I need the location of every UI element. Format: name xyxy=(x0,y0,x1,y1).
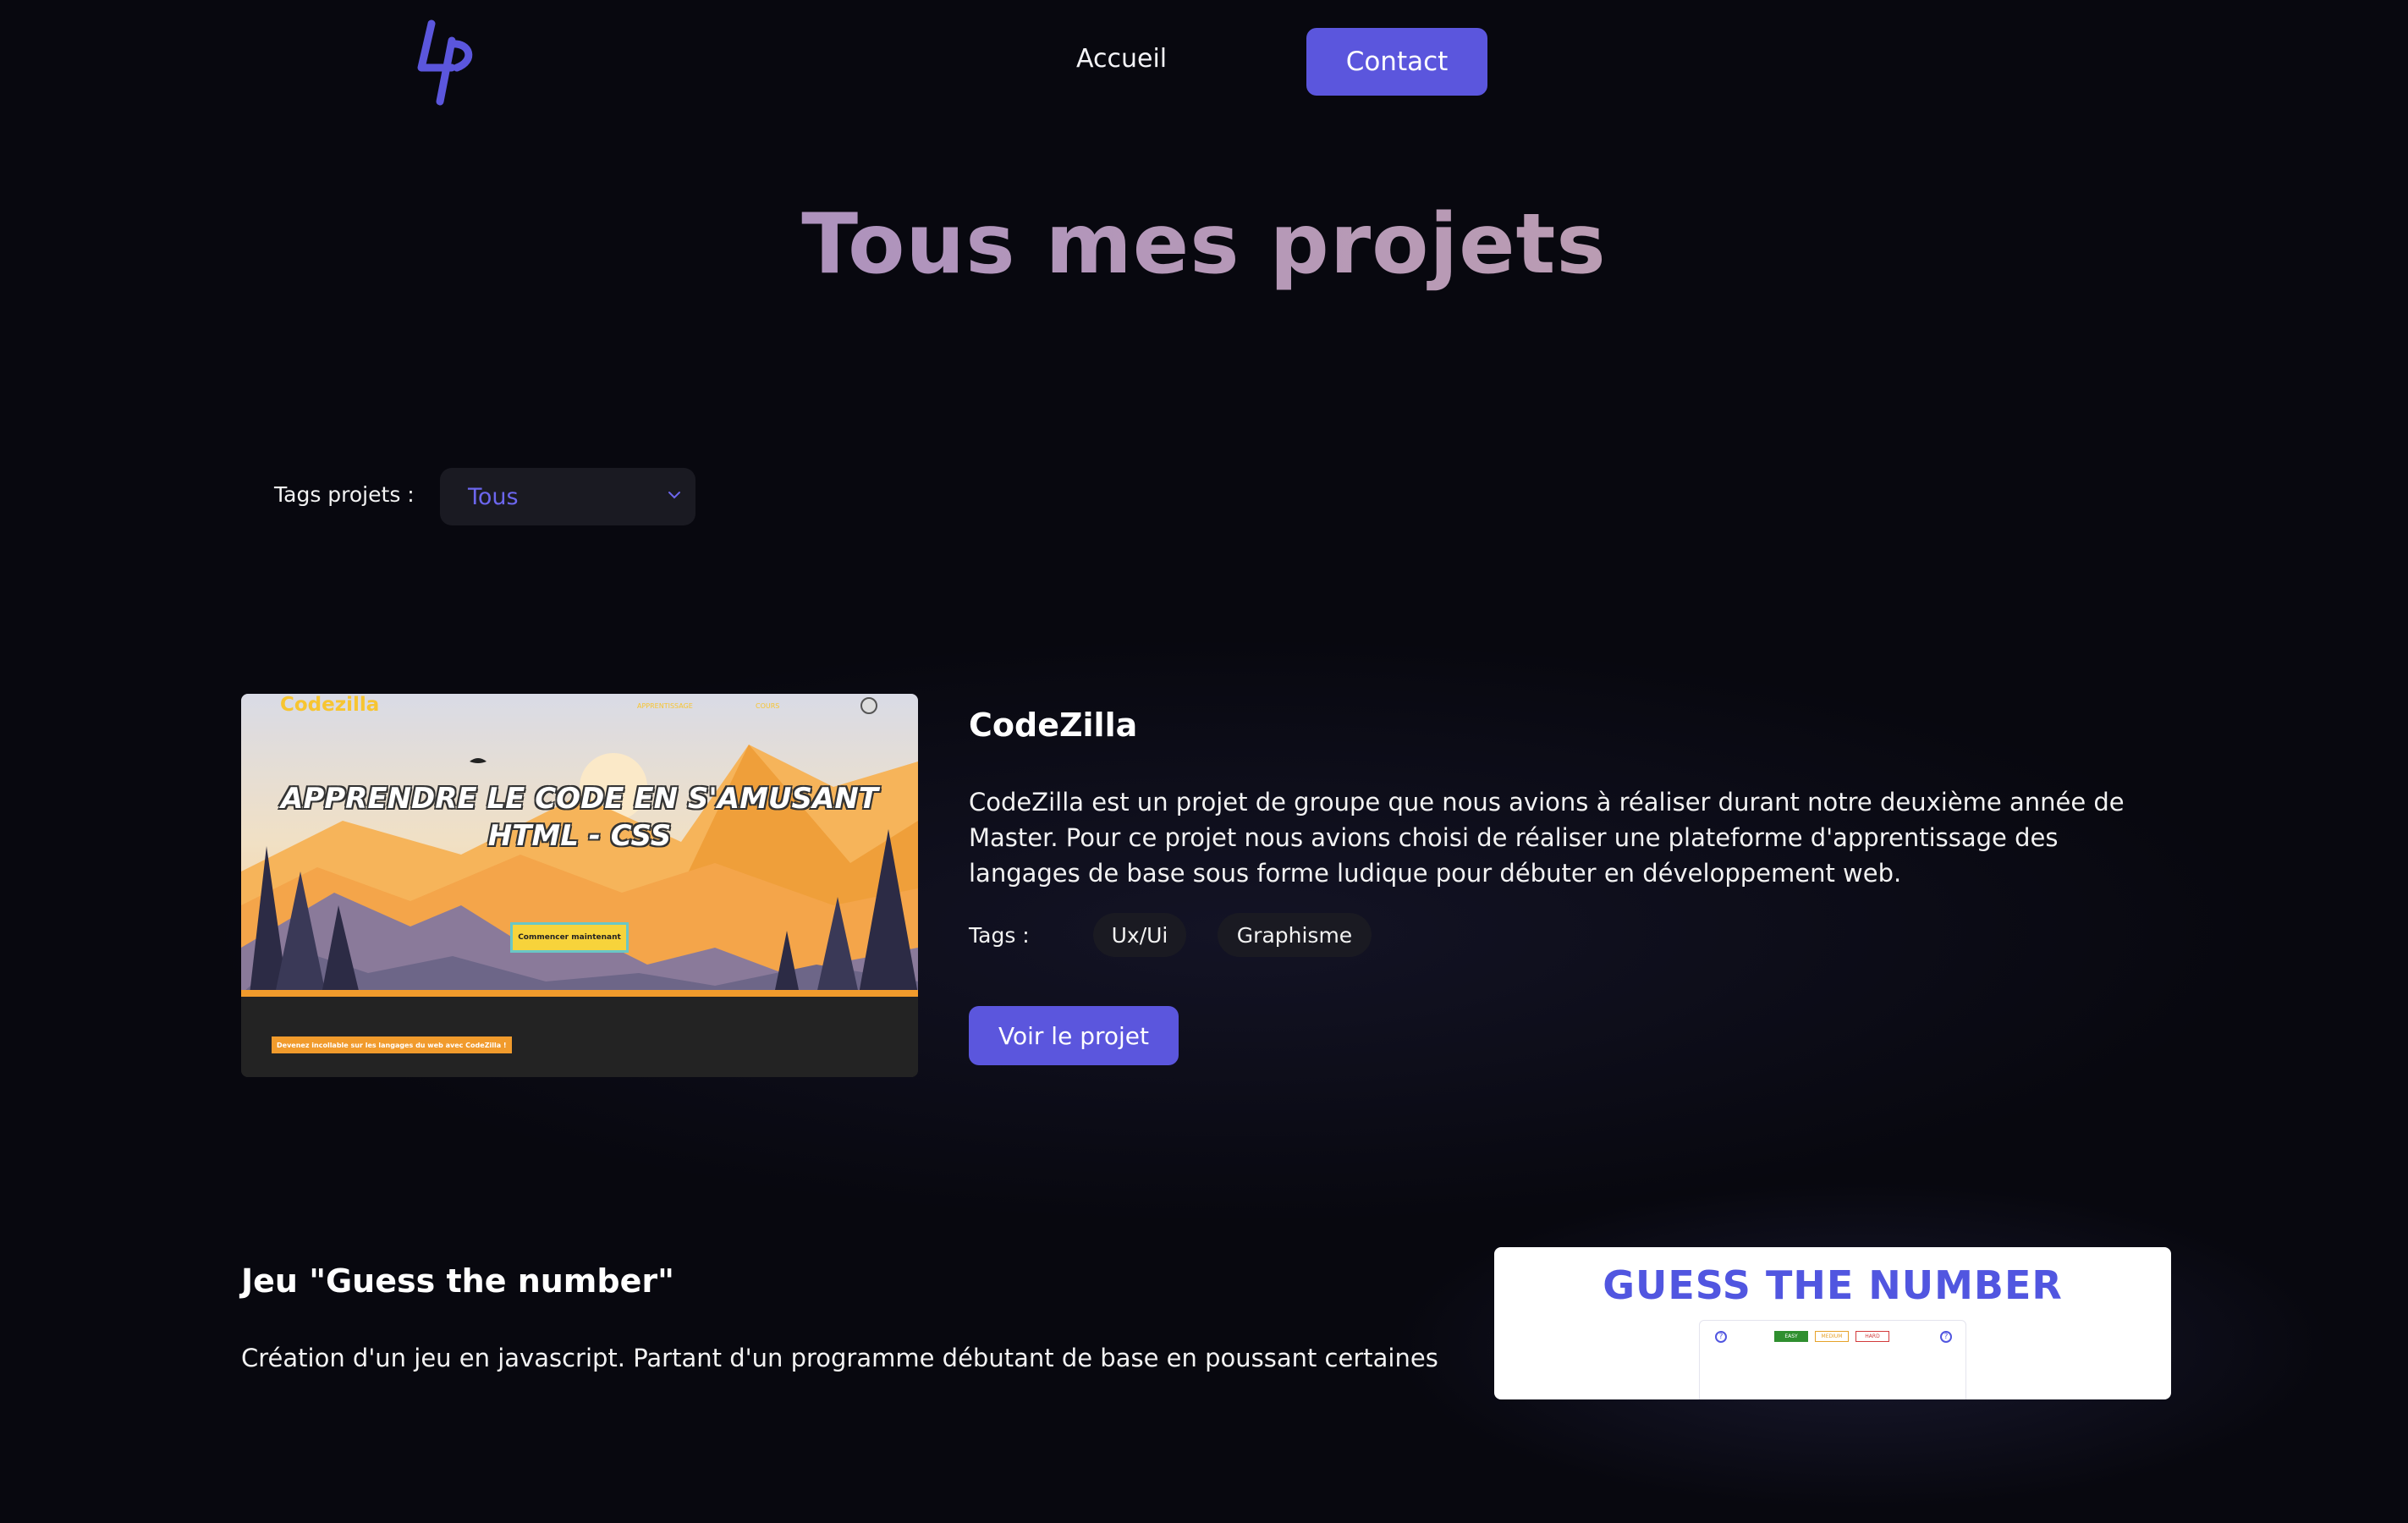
guess-number-thumbnail[interactable]: GUESS THE NUMBER ? EASY MEDIUM HARD ? xyxy=(1494,1247,2171,1399)
project-title: Jeu "Guess the number" xyxy=(241,1262,674,1300)
nav-home-link[interactable]: Accueil xyxy=(1076,44,1167,74)
project-description: Création d'un jeu en javascript. Partant… xyxy=(241,1344,1438,1372)
lp-monogram-icon xyxy=(417,19,473,106)
codezilla-nav-item: APPRENTISSAGE xyxy=(637,702,693,710)
codezilla-logo: Codezilla xyxy=(280,694,380,716)
guess-number-title: GUESS THE NUMBER xyxy=(1603,1262,2063,1308)
codezilla-headline-line: APPRENDRE LE CODE EN S'AMUSANT xyxy=(281,782,878,816)
filter-label: Tags projets : xyxy=(274,482,415,507)
chevron-down-icon xyxy=(668,492,680,499)
logo-link[interactable] xyxy=(415,19,479,107)
question-icon: ? xyxy=(1715,1331,1727,1343)
tag-badge: Graphisme xyxy=(1218,913,1372,957)
page-title: Tous mes projets xyxy=(0,196,2408,293)
difficulty-medium: MEDIUM xyxy=(1815,1331,1849,1342)
codezilla-nav-item: COURS xyxy=(756,702,780,710)
codezilla-thumbnail[interactable]: Codezilla APPRENTISSAGE COURS APPRENDRE … xyxy=(241,694,918,1077)
project-title: CodeZilla xyxy=(969,707,1138,744)
difficulty-easy: EASY xyxy=(1774,1331,1808,1342)
tag-filter-select[interactable]: Tous xyxy=(440,468,695,525)
codezilla-cta: Commencer maintenant xyxy=(510,922,629,953)
difficulty-hard: HARD xyxy=(1855,1331,1889,1342)
filter-selected-value: Tous xyxy=(468,483,519,510)
tags-label: Tags : xyxy=(969,923,1030,948)
view-project-button[interactable]: Voir le projet xyxy=(969,1006,1179,1065)
question-icon: ? xyxy=(1940,1331,1952,1343)
game-panel: ? EASY MEDIUM HARD ? xyxy=(1699,1320,1966,1399)
contact-button[interactable]: Contact xyxy=(1306,28,1487,96)
tag-badge: Ux/Ui xyxy=(1093,913,1186,957)
codezilla-strip-text: Devenez incollable sur les langages du w… xyxy=(272,1036,512,1053)
avatar xyxy=(860,697,877,714)
codezilla-landscape xyxy=(241,694,918,1077)
codezilla-headline-line: HTML - CSS xyxy=(487,819,672,853)
codezilla-headline: APPRENDRE LE CODE EN S'AMUSANT HTML - CS… xyxy=(241,780,918,855)
project-description: CodeZilla est un projet de groupe que no… xyxy=(969,788,2125,888)
